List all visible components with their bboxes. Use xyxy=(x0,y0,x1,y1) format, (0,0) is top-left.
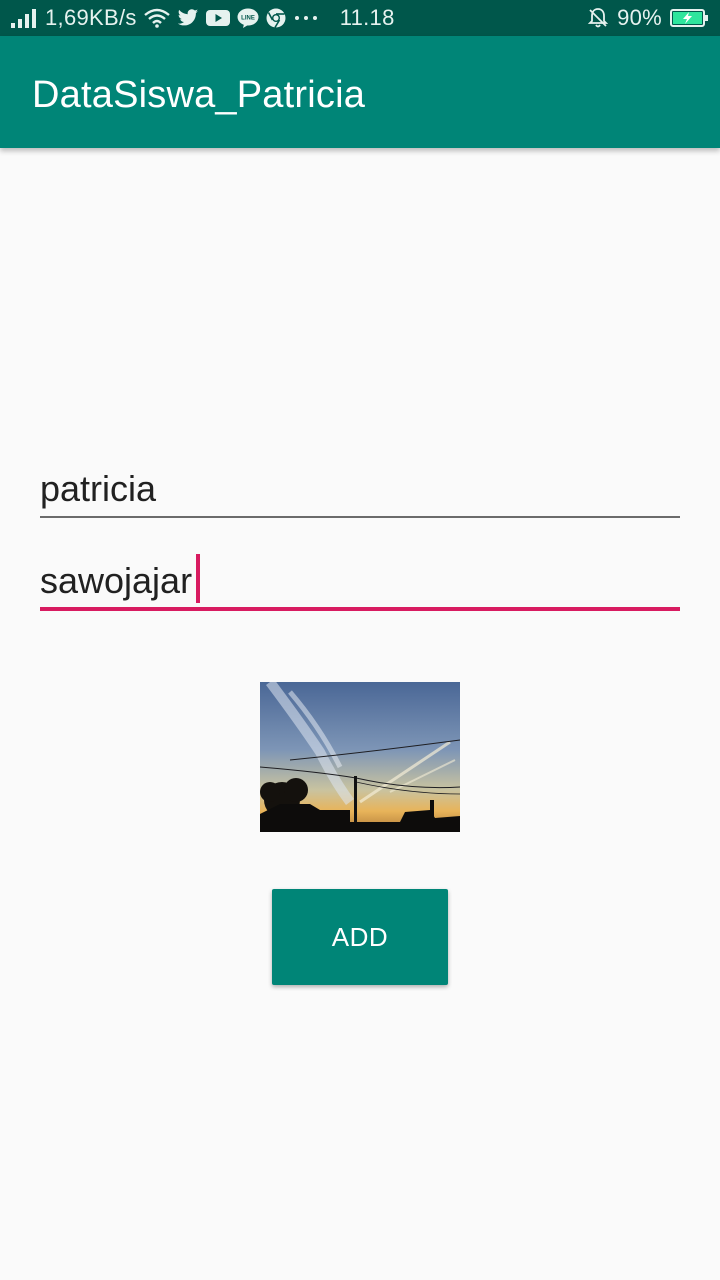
status-bar: 1,69KB/s LINE 11.18 90% xyxy=(0,0,720,36)
student-photo[interactable] xyxy=(260,682,460,832)
svg-text:LINE: LINE xyxy=(241,16,255,22)
twitter-icon xyxy=(177,8,199,28)
name-field-underline xyxy=(40,516,680,518)
battery-charging-icon xyxy=(670,8,710,28)
network-speed: 1,69KB/s xyxy=(45,5,137,30)
wifi-icon xyxy=(143,8,170,28)
app-title: DataSiswa_Patricia xyxy=(32,74,366,116)
address-field-underline xyxy=(40,607,680,611)
signal-icon xyxy=(10,8,38,28)
more-dots-icon xyxy=(293,14,319,22)
battery-percent: 90% xyxy=(617,5,662,30)
youtube-icon xyxy=(205,9,230,27)
text-cursor xyxy=(196,554,200,603)
address-field-value[interactable]: sawojajar xyxy=(40,560,192,602)
add-button[interactable]: ADD xyxy=(272,889,448,985)
status-time: 11.18 xyxy=(339,5,395,30)
line-icon: LINE xyxy=(237,8,259,28)
chrome-icon xyxy=(266,8,286,28)
name-field[interactable]: patricia xyxy=(40,458,680,518)
name-field-value[interactable]: patricia xyxy=(40,468,156,510)
app-bar: DataSiswa_Patricia xyxy=(0,36,720,148)
address-field[interactable]: sawojajar xyxy=(40,550,680,611)
sunset-photo-image xyxy=(260,682,460,832)
bell-off-icon xyxy=(587,7,609,29)
